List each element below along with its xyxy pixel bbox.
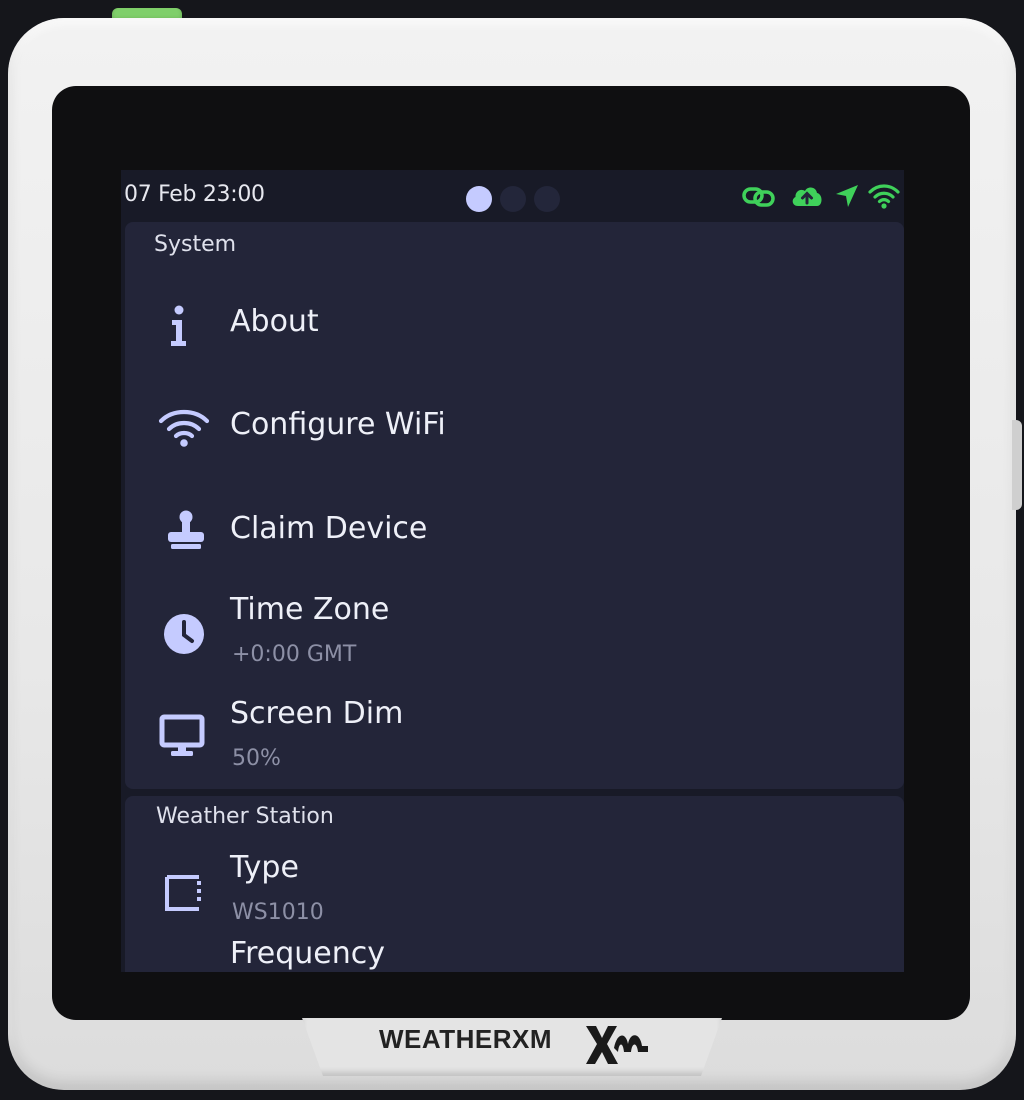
square-dashed-icon [165, 875, 201, 911]
stamp-icon [168, 510, 204, 549]
page-dot-2[interactable] [500, 186, 526, 212]
menu-item-type[interactable]: Type WS1010 [125, 848, 904, 930]
info-icon [171, 305, 186, 346]
wifi-status-icon [868, 184, 900, 209]
menu-item-screen-dim[interactable]: Screen Dim 50% [125, 696, 904, 778]
menu-item-frequency[interactable]: Frequency [125, 936, 904, 972]
page-dot-3[interactable] [534, 186, 560, 212]
menu-item-label: Time Zone [230, 592, 390, 627]
clock-icon [164, 614, 204, 654]
side-button[interactable] [1012, 420, 1022, 510]
menu-item-value: +0:00 GMT [232, 642, 357, 667]
menu-item-configure-wifi[interactable]: Configure WiFi [125, 394, 904, 474]
weather-station-section-title: Weather Station [156, 804, 334, 829]
system-section-title: System [154, 232, 237, 257]
menu-item-about[interactable]: About [125, 292, 904, 372]
brand-name: WEATHERXM [379, 1024, 553, 1054]
weatherxm-logo-icon [586, 1026, 648, 1064]
link-icon [742, 187, 775, 207]
menu-item-label: About [230, 304, 319, 339]
status-datetime: 07 Feb 23:00 [124, 182, 265, 207]
menu-item-label: Configure WiFi [230, 407, 446, 442]
menu-item-label: Claim Device [230, 511, 428, 546]
weather-station-card: Weather Station Type WS1010 Frequency [125, 796, 904, 972]
location-arrow-icon [836, 185, 858, 207]
menu-item-value: 50% [232, 746, 281, 771]
status-bar: 07 Feb 23:00 [121, 170, 904, 222]
menu-item-label: Type [230, 850, 299, 885]
page-dot-1[interactable] [466, 186, 492, 212]
cloud-upload-icon [792, 187, 822, 206]
menu-item-value: WS1010 [232, 900, 324, 925]
wifi-icon [158, 409, 210, 447]
menu-item-claim-device[interactable]: Claim Device [125, 498, 904, 578]
screen: 07 Feb 23:00 System About Configure WiFi… [121, 170, 904, 972]
status-icons [741, 182, 901, 210]
menu-item-label: Screen Dim [230, 696, 404, 731]
menu-item-label: Frequency [230, 936, 385, 971]
menu-item-time-zone[interactable]: Time Zone +0:00 GMT [125, 592, 904, 674]
system-card: System About Configure WiFi Claim Device… [125, 222, 904, 789]
monitor-icon [159, 714, 205, 756]
